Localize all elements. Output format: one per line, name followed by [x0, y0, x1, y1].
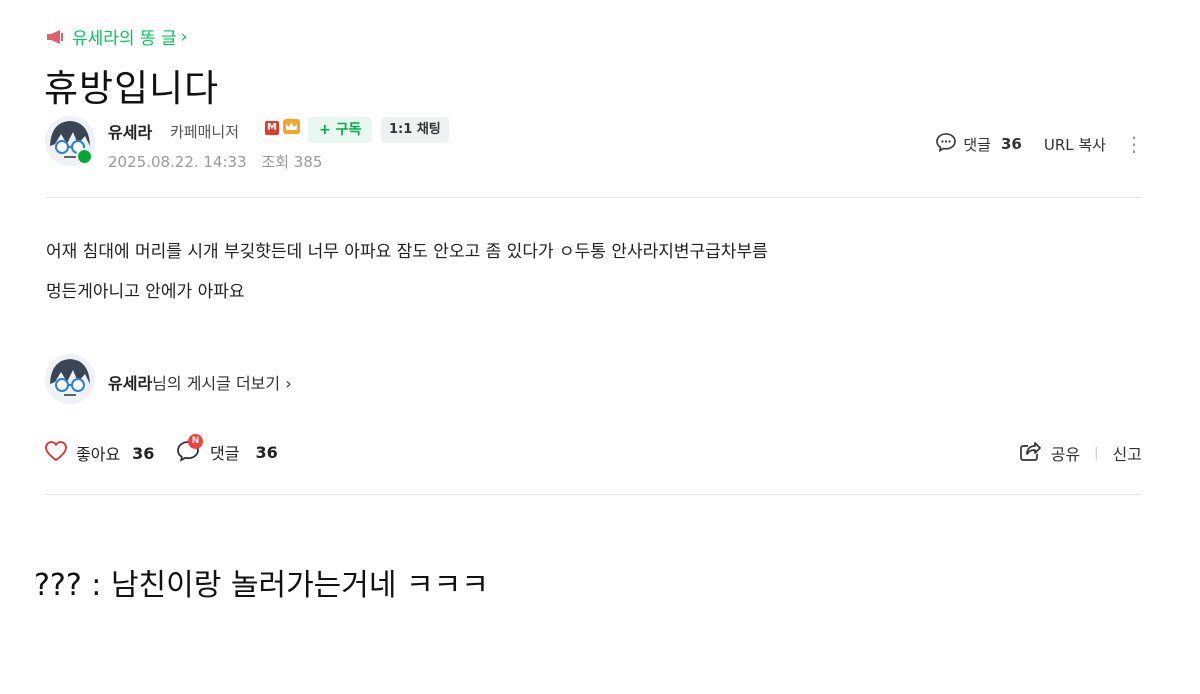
comment-icon: N: [176, 434, 203, 464]
post-meta: 2025.08.22. 14:33 조회 385: [108, 151, 322, 172]
author-avatar[interactable]: [45, 116, 95, 166]
comment-count: 36: [255, 442, 278, 462]
author-role: 카페매니저: [170, 123, 240, 141]
online-status-icon: [76, 148, 93, 165]
author-more-posts-link[interactable]: 유세라님의 게시글 더보기 ›: [108, 370, 292, 394]
comment-icon: [935, 132, 957, 156]
chevron-right-icon: ›: [180, 26, 188, 47]
subscribe-button[interactable]: + 구독: [308, 117, 373, 143]
post-body-line: 어재 침대에 머리를 시개 부깆햣든데 너무 아파요 잠도 안오고 좀 있다가 …: [46, 242, 768, 262]
author-more-avatar[interactable]: [45, 354, 95, 404]
meme-caption: ??? : 남친이랑 놀러가는거네 ㅋㅋㅋ: [34, 568, 489, 603]
board-link-label: 유세라의 똥 글: [72, 29, 177, 49]
post-body: 어재 침대에 머리를 시개 부깆햣든데 너무 아파요 잠도 안오고 좀 있다가 …: [46, 232, 768, 312]
new-comment-badge: N: [188, 434, 203, 449]
like-count: 36: [132, 443, 155, 463]
share-report-area: 공유 | 신고: [1019, 440, 1142, 466]
author-more-name: 유세라: [108, 374, 153, 393]
report-button[interactable]: 신고: [1113, 441, 1142, 465]
post-date: 2025.08.22. 14:33: [108, 153, 247, 171]
more-options-icon[interactable]: ⋮: [1124, 134, 1144, 154]
author-more-suffix: 님의 게시글 더보기 ›: [152, 374, 292, 393]
board-link[interactable]: 유세라의 똥 글 ›: [46, 24, 187, 49]
comment-button[interactable]: N 댓글 36: [176, 434, 278, 464]
header-divider: [46, 197, 1142, 198]
comment-link-count: 36: [1000, 135, 1022, 153]
chat-button[interactable]: 1:1 채팅: [381, 117, 449, 143]
author-name[interactable]: 유세라: [108, 119, 152, 143]
url-copy-button[interactable]: URL 복사: [1044, 134, 1106, 155]
manager-badge-icon: M: [265, 121, 279, 135]
megaphone-icon: [46, 29, 68, 45]
share-label: 공유: [1050, 445, 1081, 464]
comment-label: 댓글: [210, 444, 240, 463]
view-count: 조회 385: [261, 153, 323, 171]
post-title: 휴방입니다: [44, 67, 220, 110]
heart-icon: [44, 440, 68, 466]
like-label: 좋아요: [76, 445, 121, 464]
share-icon: [1019, 440, 1041, 466]
post-body-line: 멍든게아니고 안에가 아파요: [46, 282, 245, 302]
like-button[interactable]: 좋아요 36: [44, 440, 154, 466]
action-separator: |: [1094, 445, 1099, 461]
crown-badge-icon: [283, 119, 300, 134]
footer-divider: [46, 494, 1142, 495]
comment-link-label: 댓글: [963, 135, 991, 154]
comment-link[interactable]: 댓글 36: [935, 132, 1022, 156]
post-top-actions: 댓글 36 URL 복사 ⋮: [935, 132, 1144, 156]
share-button[interactable]: 공유: [1019, 440, 1080, 466]
